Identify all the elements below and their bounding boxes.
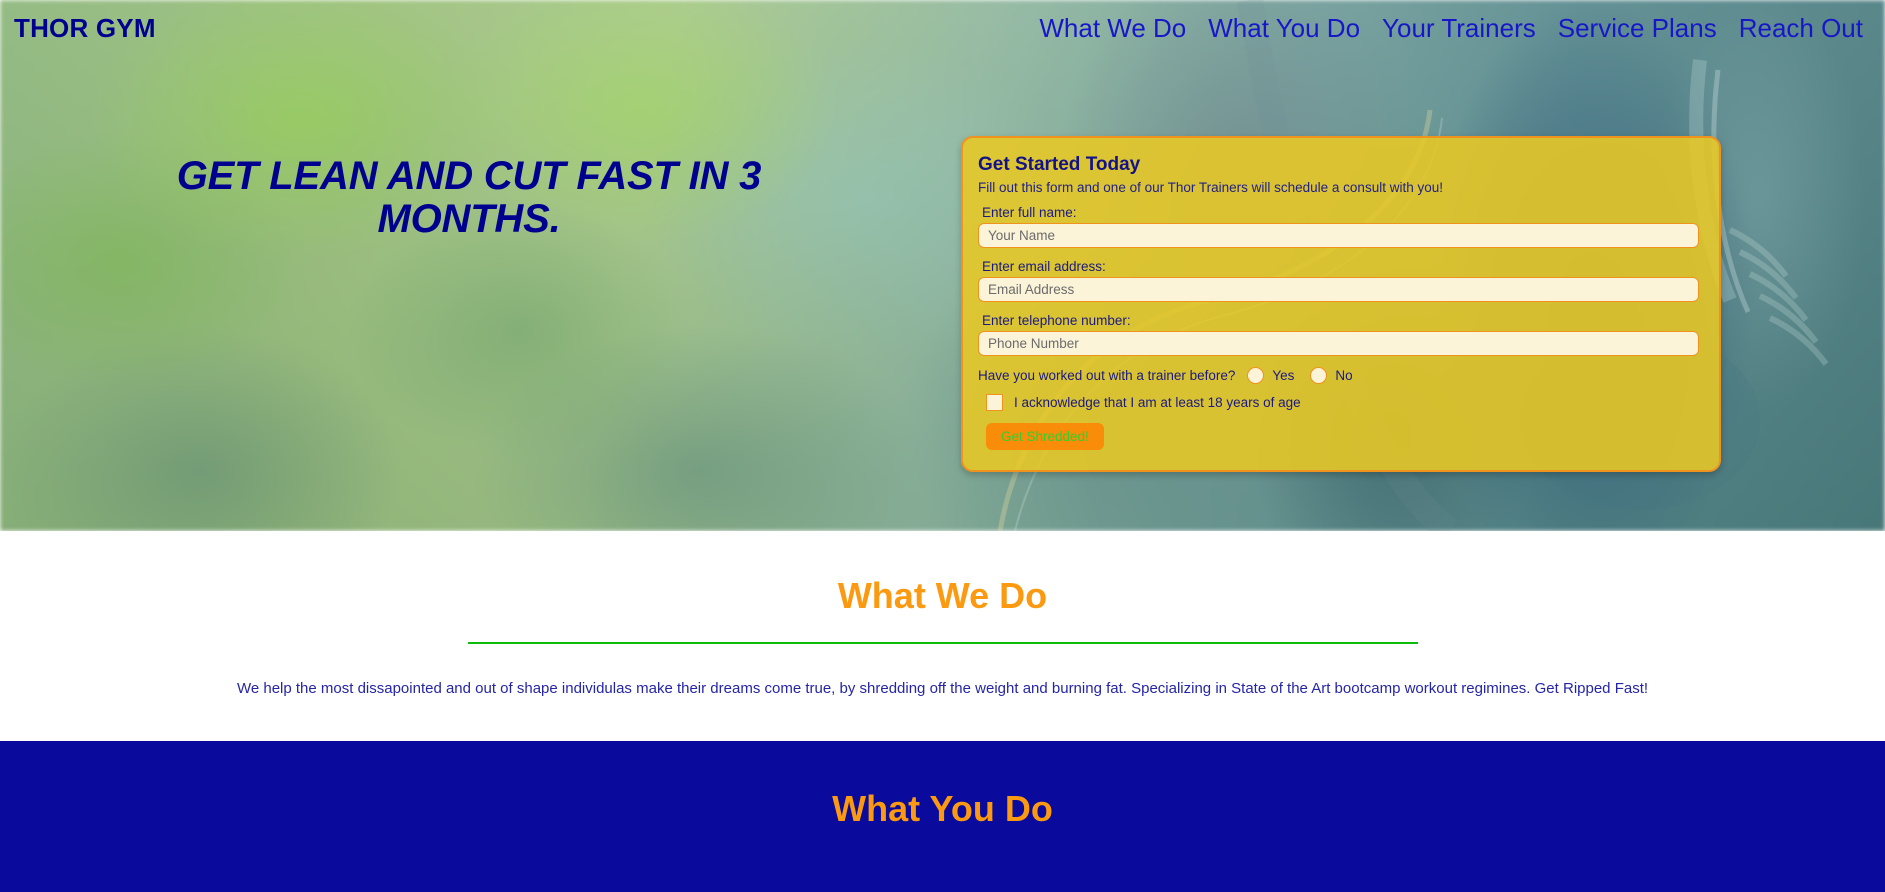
top-navigation-bar: THOR GYM What We Do What You Do Your Tra… <box>0 0 1885 56</box>
full-name-input[interactable] <box>978 223 1699 248</box>
what-we-do-section: What We Do We help the most dissapointed… <box>0 531 1885 741</box>
radio-no[interactable] <box>1310 367 1328 384</box>
email-input[interactable] <box>978 277 1699 302</box>
phone-input[interactable] <box>978 331 1699 356</box>
email-label: Enter email address: <box>982 259 1106 274</box>
nav-item-what-we-do[interactable]: What We Do <box>1039 13 1186 44</box>
full-name-label: Enter full name: <box>982 205 1077 220</box>
form-subtitle: Fill out this form and one of our Thor T… <box>978 180 1443 195</box>
nav-item-service-plans[interactable]: Service Plans <box>1558 13 1717 44</box>
form-title: Get Started Today <box>978 154 1141 175</box>
age-acknowledgement-label: I acknowledge that I am at least 18 year… <box>1014 395 1301 410</box>
what-you-do-heading: What You Do <box>832 788 1053 829</box>
nav-item-your-trainers[interactable]: Your Trainers <box>1382 13 1536 44</box>
nav-item-what-you-do[interactable]: What You Do <box>1208 13 1360 44</box>
nav-item-reach-out[interactable]: Reach Out <box>1739 13 1863 44</box>
trainer-experience-row: Have you worked out with a trainer befor… <box>978 367 1699 384</box>
get-started-form-card: Get Started Today Fill out this form and… <box>961 136 1721 472</box>
age-acknowledgement-checkbox[interactable] <box>986 394 1003 411</box>
radio-yes-label: Yes <box>1272 368 1295 383</box>
get-shredded-submit-button[interactable]: Get Shredded! <box>986 423 1104 450</box>
what-you-do-section: What You Do <box>0 741 1885 892</box>
radio-yes[interactable] <box>1247 367 1265 384</box>
radio-no-label: No <box>1335 368 1353 383</box>
main-nav: What We Do What You Do Your Trainers Ser… <box>1039 13 1867 44</box>
what-we-do-paragraph: We help the most dissapointed and out of… <box>236 680 1649 697</box>
what-we-do-divider <box>467 642 1418 644</box>
site-logo[interactable]: THOR GYM <box>14 13 156 44</box>
what-we-do-heading: What We Do <box>837 575 1048 616</box>
hero-headline: GET LEAN AND CUT FAST IN 3 MONTHS. <box>176 153 762 241</box>
trainer-experience-question: Have you worked out with a trainer befor… <box>978 368 1236 383</box>
hero-section: THOR GYM What We Do What You Do Your Tra… <box>0 0 1885 531</box>
age-acknowledgement-row: I acknowledge that I am at least 18 year… <box>986 394 1699 411</box>
phone-label: Enter telephone number: <box>982 313 1131 328</box>
